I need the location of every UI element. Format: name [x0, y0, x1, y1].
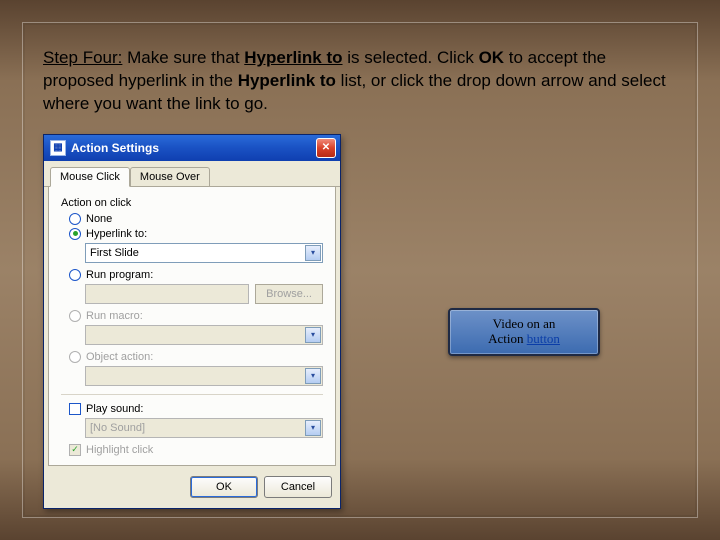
tab-mouse-click[interactable]: Mouse Click [50, 167, 130, 187]
video-button-line2-prefix: Action [488, 331, 527, 346]
chevron-down-icon: ▾ [305, 327, 321, 343]
chevron-down-icon: ▾ [305, 368, 321, 384]
chevron-down-icon: ▾ [305, 420, 321, 436]
tab-panel-mouse-click: Action on click None Hyperlink to: First… [48, 187, 336, 466]
highlight-click-row: ✓ Highlight click [69, 444, 323, 456]
radio-hyperlink-label: Hyperlink to: [86, 228, 147, 240]
video-button-line1: Video on an [493, 316, 556, 331]
radio-run-macro [69, 310, 81, 322]
dialog-title: Action Settings [71, 141, 316, 155]
radio-object-action [69, 351, 81, 363]
cancel-button[interactable]: Cancel [264, 476, 332, 498]
video-button-link[interactable]: button [527, 331, 560, 346]
highlight-click-label: Highlight click [86, 444, 153, 456]
dialog-titlebar[interactable]: ▦ Action Settings ✕ [44, 135, 340, 161]
action-settings-dialog: ▦ Action Settings ✕ Mouse Click Mouse Ov… [43, 134, 341, 509]
run-program-path [85, 284, 249, 304]
radio-hyperlink-to[interactable] [69, 228, 81, 240]
run-macro-combo: ▾ [85, 325, 323, 345]
highlight-click-checkbox: ✓ [69, 444, 81, 456]
radio-none[interactable] [69, 213, 81, 225]
step-label: Step Four: [43, 48, 122, 67]
tab-mouse-over[interactable]: Mouse Over [130, 167, 210, 186]
radio-object-action-label: Object action: [86, 351, 153, 363]
video-action-button[interactable]: Video on an Action button [448, 308, 600, 356]
divider [61, 394, 323, 395]
object-action-combo: ▾ [85, 366, 323, 386]
ok-term: OK [479, 48, 505, 67]
radio-hyperlink-row[interactable]: Hyperlink to: [69, 228, 323, 240]
close-icon: ✕ [322, 142, 330, 153]
hyperlink-to-value: First Slide [90, 247, 139, 259]
radio-run-program-label: Run program: [86, 269, 153, 281]
app-icon: ▦ [50, 140, 66, 156]
hyperlink-to-combo[interactable]: First Slide ▾ [85, 243, 323, 263]
radio-none-label: None [86, 213, 112, 225]
hyperlink-to-list-term: Hyperlink to [238, 71, 336, 90]
tab-strip: Mouse Click Mouse Over [44, 161, 340, 187]
play-sound-checkbox[interactable] [69, 403, 81, 415]
radio-run-macro-row: Run macro: [69, 310, 323, 322]
play-sound-label: Play sound: [86, 403, 143, 415]
play-sound-row[interactable]: Play sound: [69, 403, 323, 415]
radio-run-macro-label: Run macro: [86, 310, 143, 322]
action-on-click-label: Action on click [61, 197, 323, 209]
step-instruction: Step Four: Make sure that Hyperlink to i… [43, 47, 677, 116]
radio-object-action-row: Object action: [69, 351, 323, 363]
dialog-button-row: OK Cancel [44, 470, 340, 508]
ok-button[interactable]: OK [190, 476, 258, 498]
close-button[interactable]: ✕ [316, 138, 336, 158]
sound-combo: [No Sound] ▾ [85, 418, 323, 438]
chevron-down-icon[interactable]: ▾ [305, 245, 321, 261]
radio-run-program-row[interactable]: Run program: [69, 269, 323, 281]
hyperlink-to-term: Hyperlink to [244, 48, 342, 67]
radio-none-row[interactable]: None [69, 213, 323, 225]
radio-run-program[interactable] [69, 269, 81, 281]
browse-button[interactable]: Browse... [255, 284, 323, 304]
sound-value: [No Sound] [90, 422, 145, 434]
